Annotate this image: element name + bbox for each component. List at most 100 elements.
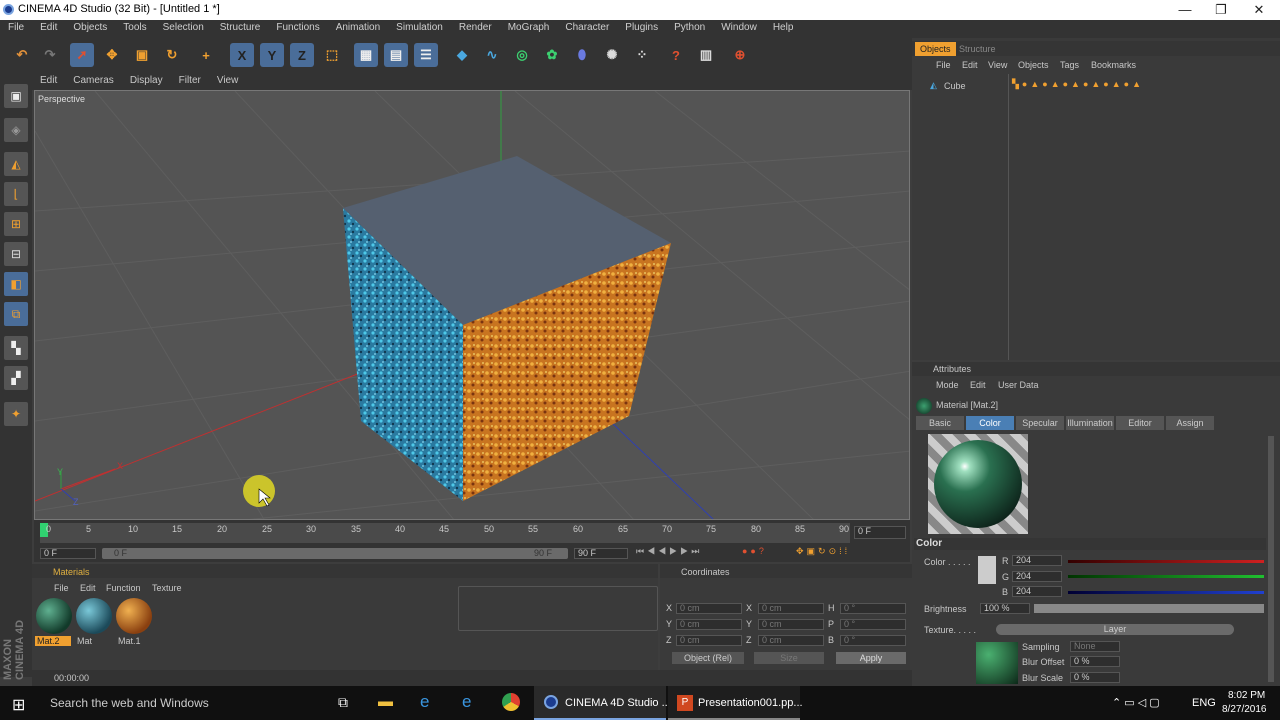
objects-menu-view[interactable]: View xyxy=(988,60,1007,70)
tray-icons[interactable]: ⌃ ▭ ◁ ▢ xyxy=(1112,696,1160,709)
menu-simulation[interactable]: Simulation xyxy=(388,20,451,38)
attr-tab-basic[interactable]: Basic xyxy=(916,416,964,430)
material-mat1-label[interactable]: Mat.1 xyxy=(118,636,141,646)
environment-icon[interactable]: ⁘ xyxy=(630,43,654,67)
menu-character[interactable]: Character xyxy=(557,20,617,38)
menu-animation[interactable]: Animation xyxy=(328,20,388,38)
frame-range-slider[interactable] xyxy=(102,548,568,559)
menu-selection[interactable]: Selection xyxy=(155,20,212,38)
attributes-menu-mode[interactable]: Mode xyxy=(936,380,959,390)
viewport-mode-icon[interactable]: ▣ xyxy=(4,84,28,108)
objects-menu-bookmarks[interactable]: Bookmarks xyxy=(1091,60,1136,70)
attr-tab-editor[interactable]: Editor xyxy=(1116,416,1164,430)
menu-file[interactable]: File xyxy=(0,20,32,38)
x-axis-button[interactable]: X xyxy=(230,43,254,67)
texture-mode-icon[interactable]: ⌊ xyxy=(4,182,28,206)
objects-menu-edit[interactable]: Edit xyxy=(962,60,978,70)
viewport-menu-edit[interactable]: Edit xyxy=(32,72,65,90)
attr-tab-specular[interactable]: Specular xyxy=(1016,416,1064,430)
checker-icon[interactable]: ▚ xyxy=(4,336,28,360)
attr-tab-color[interactable]: Color xyxy=(966,416,1014,430)
attributes-scrollbar[interactable] xyxy=(1268,436,1274,682)
coord-size-z-field[interactable]: 0 cm xyxy=(758,635,824,646)
viewport-menu-filter[interactable]: Filter xyxy=(171,72,209,90)
objects-menu-tags[interactable]: Tags xyxy=(1060,60,1079,70)
r-field[interactable]: 204 xyxy=(1012,555,1062,566)
snap-icon[interactable]: ✦ xyxy=(4,402,28,426)
y-axis-button[interactable]: Y xyxy=(260,43,284,67)
current-frame-field[interactable]: 0 F xyxy=(854,526,906,539)
menu-tools[interactable]: Tools xyxy=(115,20,154,38)
texture-layer-button[interactable]: Layer xyxy=(996,624,1234,635)
texture-thumbnail[interactable] xyxy=(976,642,1018,684)
brightness-field[interactable]: 100 % xyxy=(980,603,1030,614)
select-tool-icon[interactable]: ➚ xyxy=(70,43,94,67)
material-tags-icon[interactable]: ▚●▲●▲●▲●▲●▲●▲ xyxy=(1012,79,1144,90)
material-mat1-swatch[interactable] xyxy=(116,598,152,634)
b-field[interactable]: 204 xyxy=(1012,586,1062,597)
tab-structure[interactable]: Structure xyxy=(954,42,1001,56)
coord-rot-h-field[interactable]: 0 ° xyxy=(840,603,906,614)
size-mode-select[interactable]: Size xyxy=(754,652,824,664)
array-icon[interactable]: ✿ xyxy=(540,43,564,67)
coord-pos-z-field[interactable]: 0 cm xyxy=(676,635,742,646)
materials-menu-function[interactable]: Function xyxy=(106,583,141,593)
material-mat2-swatch[interactable] xyxy=(36,598,72,634)
viewport-menu-display[interactable]: Display xyxy=(122,72,171,90)
material-mat-label[interactable]: Mat xyxy=(77,636,92,646)
polygons-mode-icon[interactable]: ◧ xyxy=(4,272,28,296)
r-slider[interactable] xyxy=(1068,560,1264,563)
g-slider[interactable] xyxy=(1068,575,1264,578)
color-swatch[interactable] xyxy=(978,556,996,584)
objects-menu-file[interactable]: File xyxy=(936,60,951,70)
menu-window[interactable]: Window xyxy=(713,20,765,38)
language-indicator[interactable]: ENG xyxy=(1192,697,1216,709)
sampling-select[interactable]: None xyxy=(1070,641,1120,652)
timeline[interactable]: 0 5 10 15 20 25 30 35 40 45 50 55 60 65 … xyxy=(34,520,910,546)
ie-icon[interactable]: e xyxy=(420,692,429,712)
cube-object-icon[interactable]: ◆ xyxy=(450,43,474,67)
coord-size-x-field[interactable]: 0 cm xyxy=(758,603,824,614)
undo-icon[interactable]: ↶ xyxy=(10,43,34,67)
keyframe-buttons[interactable]: ✥▣↻⊙⁞⁞ xyxy=(796,546,850,557)
end-frame-field[interactable]: 90 F xyxy=(574,548,628,559)
close-button[interactable]: ✕ xyxy=(1240,0,1278,20)
transport-buttons[interactable]: ⏮◀◀▶▶⏭ xyxy=(636,546,702,557)
render-settings-icon[interactable]: ☰ xyxy=(414,43,438,67)
blur-offset-field[interactable]: 0 % xyxy=(1070,656,1120,667)
clock-date[interactable]: 8/27/2016 xyxy=(1222,704,1267,715)
menu-edit[interactable]: Edit xyxy=(32,20,65,38)
camera-icon[interactable]: ? xyxy=(664,43,688,67)
g-field[interactable]: 204 xyxy=(1012,571,1062,582)
material-mat2-label[interactable]: Mat.2 xyxy=(35,636,71,646)
clock-time[interactable]: 8:02 PM xyxy=(1228,690,1265,701)
coord-rot-b-field[interactable]: 0 ° xyxy=(840,635,906,646)
material-mat-swatch[interactable] xyxy=(76,598,112,634)
edge-icon[interactable]: e xyxy=(462,692,471,712)
task-view-icon[interactable]: ⧉ xyxy=(338,694,348,711)
apply-button[interactable]: Apply xyxy=(836,652,906,664)
file-explorer-icon[interactable]: ▬ xyxy=(378,693,393,710)
record-buttons[interactable]: ●●? xyxy=(742,546,767,556)
scene-icon[interactable]: ✺ xyxy=(600,43,624,67)
viewport-menu-cameras[interactable]: Cameras xyxy=(65,72,122,90)
attr-tab-illumination[interactable]: Illumination xyxy=(1066,416,1114,430)
add-tool-icon[interactable]: + xyxy=(194,43,218,67)
light-icon[interactable]: ▥ xyxy=(694,43,718,67)
axis-mode-icon[interactable]: ⧉ xyxy=(4,302,28,326)
edges-mode-icon[interactable]: ⊟ xyxy=(4,242,28,266)
scale-tool-icon[interactable]: ▣ xyxy=(130,43,154,67)
materials-menu-file[interactable]: File xyxy=(54,583,69,593)
render-view-icon[interactable]: ▦ xyxy=(354,43,378,67)
object-cube-label[interactable]: Cube xyxy=(944,81,966,91)
menu-mograph[interactable]: MoGraph xyxy=(500,20,558,38)
z-axis-button[interactable]: Z xyxy=(290,43,314,67)
coord-pos-x-field[interactable]: 0 cm xyxy=(676,603,742,614)
redo-icon[interactable]: ↷ xyxy=(38,43,62,67)
menu-functions[interactable]: Functions xyxy=(268,20,327,38)
windows-start-icon[interactable]: ⊞ xyxy=(12,695,25,715)
workplane-icon[interactable]: ▞ xyxy=(4,366,28,390)
blur-scale-field[interactable]: 0 % xyxy=(1070,672,1120,683)
perspective-viewport[interactable]: Perspective Y X Z xyxy=(34,90,910,520)
attr-tab-assign[interactable]: Assign xyxy=(1166,416,1214,430)
